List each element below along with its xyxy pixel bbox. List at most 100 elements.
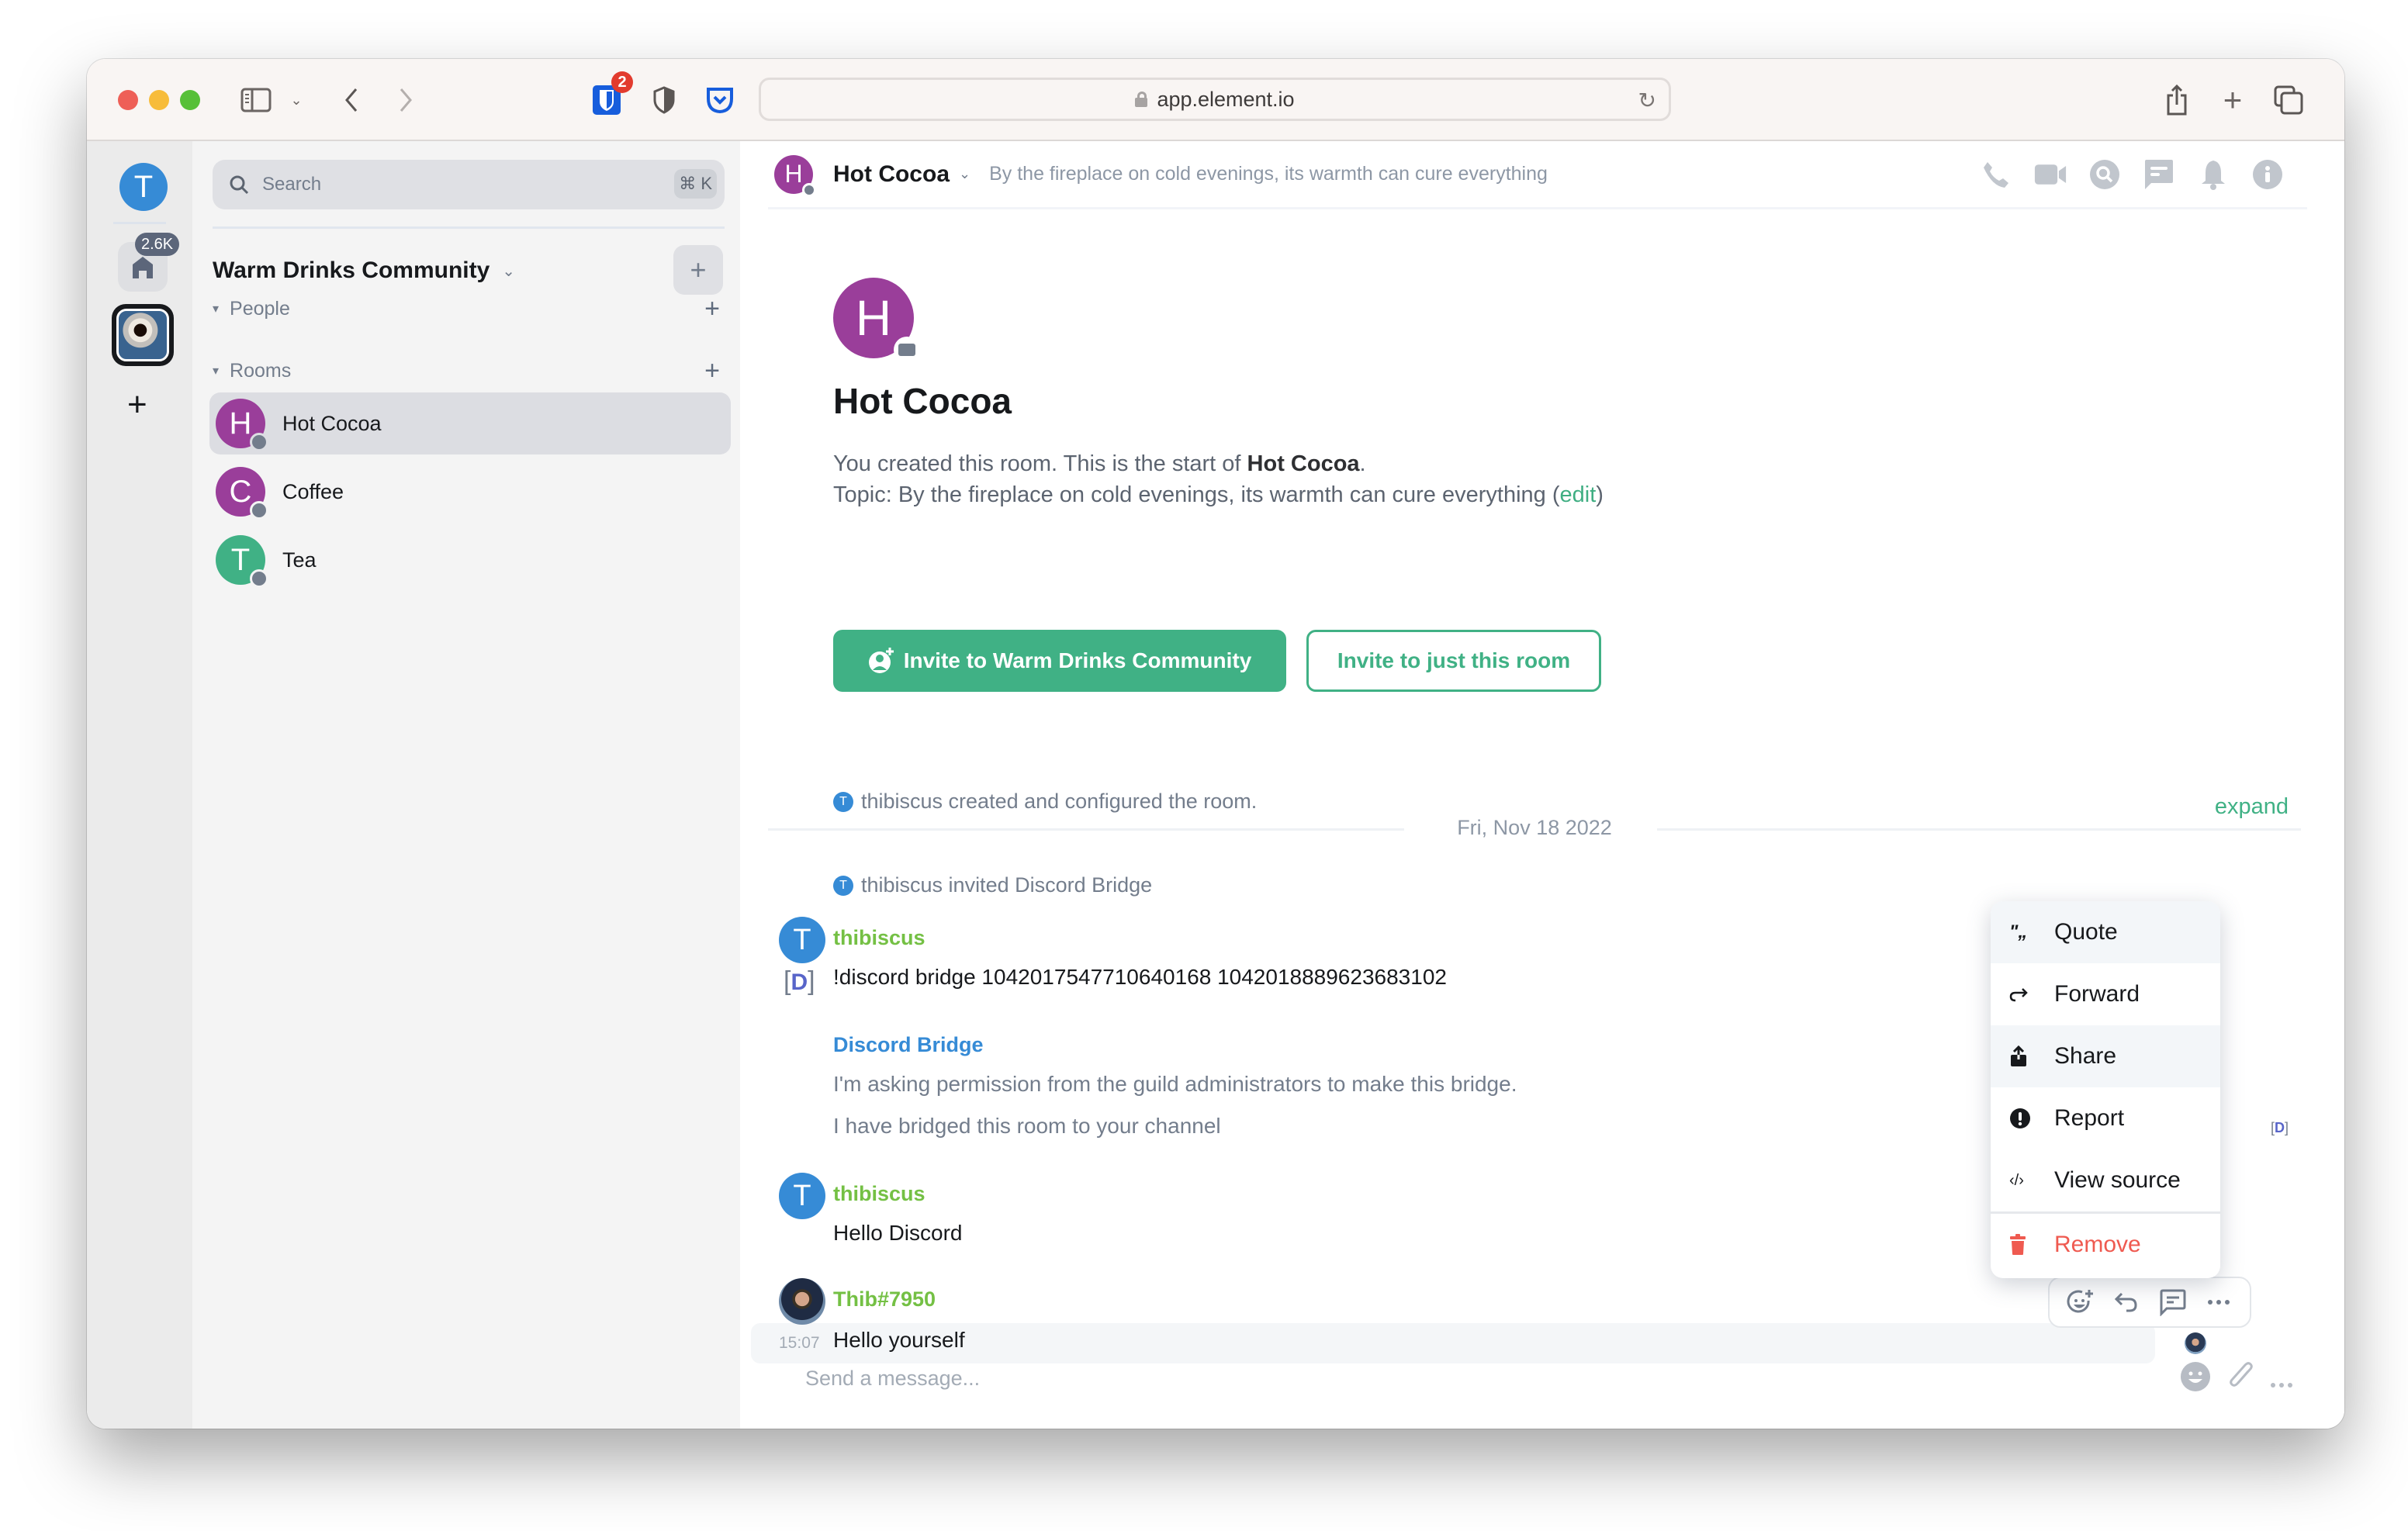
search-icon <box>230 175 249 195</box>
pocket-icon[interactable] <box>703 82 737 118</box>
divider <box>213 226 725 229</box>
section-rooms[interactable]: ▾ Rooms + <box>213 355 725 386</box>
menu-item-label: Share <box>2054 1043 2117 1069</box>
phone-icon[interactable] <box>1980 158 2012 191</box>
bell-icon[interactable] <box>2197 158 2230 191</box>
read-receipt[interactable]: [D] <box>2271 1120 2289 1136</box>
close-window-button[interactable] <box>118 90 138 110</box>
back-icon[interactable] <box>340 82 363 118</box>
create-space-button[interactable]: + <box>127 388 147 422</box>
info-icon[interactable] <box>2251 158 2284 191</box>
edit-topic-link[interactable]: edit <box>1560 482 1597 507</box>
message-composer[interactable]: Send a message... <box>773 1339 2309 1429</box>
date-text: Fri, Nov 18 2022 <box>1457 816 1612 839</box>
room-name[interactable]: Hot Cocoa <box>833 161 950 188</box>
add-room-plus-button[interactable]: + <box>704 356 720 386</box>
sender-avatar[interactable] <box>779 1278 825 1325</box>
add-person-button[interactable]: + <box>704 294 720 324</box>
date-separator: Fri, Nov 18 2022 <box>768 813 2301 844</box>
message-body: I have bridged this room to your channel <box>833 1114 1221 1138</box>
menu-item-label: Remove <box>2054 1232 2141 1257</box>
video-icon[interactable] <box>2034 158 2067 191</box>
add-room-button[interactable]: + <box>673 245 723 295</box>
room-item-coffee[interactable]: C Coffee <box>209 461 731 523</box>
emoji-icon[interactable] <box>2180 1361 2211 1399</box>
mini-avatar: T <box>833 791 853 812</box>
search-icon[interactable] <box>2088 158 2121 191</box>
message-body: Hello Discord <box>833 1221 963 1245</box>
menu-item-report[interactable]: Report <box>1991 1087 2220 1149</box>
message-action-bar <box>2048 1277 2251 1328</box>
chevron-down-icon[interactable]: ⌄ <box>287 82 306 118</box>
forward-icon[interactable] <box>394 82 417 118</box>
sender-name[interactable]: Discord Bridge <box>833 1033 984 1057</box>
user-avatar[interactable]: T <box>119 163 168 211</box>
topic-prefix: Topic: By the fireplace on cold evenings… <box>833 482 1560 507</box>
room-topic[interactable]: By the fireplace on cold evenings, its w… <box>989 163 1548 185</box>
room-item-hot-cocoa[interactable]: H Hot Cocoa <box>209 392 731 454</box>
search-input[interactable]: Search ⌘ K <box>213 160 725 209</box>
reply-icon[interactable] <box>2111 1287 2142 1318</box>
chevron-down-icon: ⌄ <box>502 262 516 280</box>
sender-avatar[interactable]: T <box>779 917 825 963</box>
reload-icon[interactable]: ↻ <box>1638 88 1656 113</box>
sender-name[interactable]: thibiscus <box>833 1182 925 1206</box>
share-icon <box>2009 1045 2040 1067</box>
message-body: !discord bridge 1042017547710640168 1042… <box>833 965 1447 989</box>
sender-name[interactable]: thibiscus <box>833 926 925 950</box>
room-item-tea[interactable]: T Tea <box>209 529 731 591</box>
react-icon[interactable] <box>2065 1287 2096 1318</box>
composer-placeholder: Send a message... <box>805 1367 981 1390</box>
room-intro-avatar[interactable]: H <box>833 278 920 363</box>
invite-room-button[interactable]: Invite to just this room <box>1306 630 1601 692</box>
room-avatar: T <box>216 535 268 588</box>
camera-icon[interactable] <box>894 337 920 363</box>
new-tab-icon[interactable]: + <box>2217 81 2248 118</box>
created-suffix: . <box>1359 451 1366 476</box>
attachment-icon[interactable] <box>2226 1360 2254 1400</box>
menu-item-label: Quote <box>2054 919 2118 945</box>
more-options-icon[interactable] <box>2270 1365 2293 1395</box>
space-warm-drinks[interactable] <box>112 304 174 366</box>
home-icon <box>133 257 153 278</box>
discord-bridge-avatar[interactable]: [D] <box>784 966 815 997</box>
sender-avatar[interactable]: T <box>779 1173 825 1219</box>
address-bar[interactable]: app.element.io ↻ <box>759 78 1671 121</box>
menu-item-forward[interactable]: Forward <box>1991 963 2220 1025</box>
divider <box>113 222 166 224</box>
extension-badge: 2 <box>611 71 633 93</box>
privacy-shield-icon[interactable] <box>649 82 680 118</box>
menu-item-quote[interactable]: "„ Quote <box>1991 901 2220 963</box>
tabs-overview-icon[interactable] <box>2271 82 2306 118</box>
menu-item-share[interactable]: Share <box>1991 1025 2220 1087</box>
minimize-window-button[interactable] <box>149 90 169 110</box>
room-header-avatar[interactable]: H <box>774 154 816 197</box>
room-name: Hot Cocoa <box>282 411 382 435</box>
code-icon: ‹/› <box>2009 1171 2024 1189</box>
menu-item-label: View source <box>2054 1167 2181 1193</box>
maximize-window-button[interactable] <box>180 90 200 110</box>
room-name: Tea <box>282 548 317 572</box>
sender-name[interactable]: Thib#7950 <box>833 1287 936 1312</box>
menu-item-view-source[interactable]: ‹/› View source <box>1991 1149 2220 1211</box>
threads-icon[interactable] <box>2143 158 2175 191</box>
menu-item-remove[interactable]: Remove <box>1991 1214 2220 1276</box>
room-created-event: T thibiscus created and configured the r… <box>833 790 1257 814</box>
created-line: You created this room. This is the start… <box>833 448 1604 479</box>
public-room-icon <box>250 433 268 451</box>
thread-icon[interactable] <box>2157 1287 2188 1318</box>
invite-community-label: Invite to Warm Drinks Community <box>903 648 1252 672</box>
message-body: I'm asking permission from the guild adm… <box>833 1072 1517 1096</box>
message-context-menu: "„ Quote Forward Share Report ‹/› View s… <box>1991 901 2220 1278</box>
sidebar-toggle-icon[interactable] <box>239 82 273 118</box>
invite-community-button[interactable]: Invite to Warm Drinks Community <box>833 630 1286 692</box>
section-people[interactable]: ▾ People + <box>213 293 725 324</box>
mini-avatar: T <box>833 875 853 896</box>
room-view: H Hot Cocoa ⌄ By the fireplace on cold e… <box>740 141 2344 1429</box>
options-icon[interactable] <box>2203 1287 2234 1318</box>
room-initial: T <box>230 542 251 577</box>
share-icon[interactable] <box>2161 82 2192 118</box>
community-menu[interactable]: Warm Drinks Community ⌄ <box>213 251 585 290</box>
unread-badge: 2.6K <box>135 233 180 256</box>
chevron-down-icon[interactable]: ⌄ <box>959 166 970 182</box>
